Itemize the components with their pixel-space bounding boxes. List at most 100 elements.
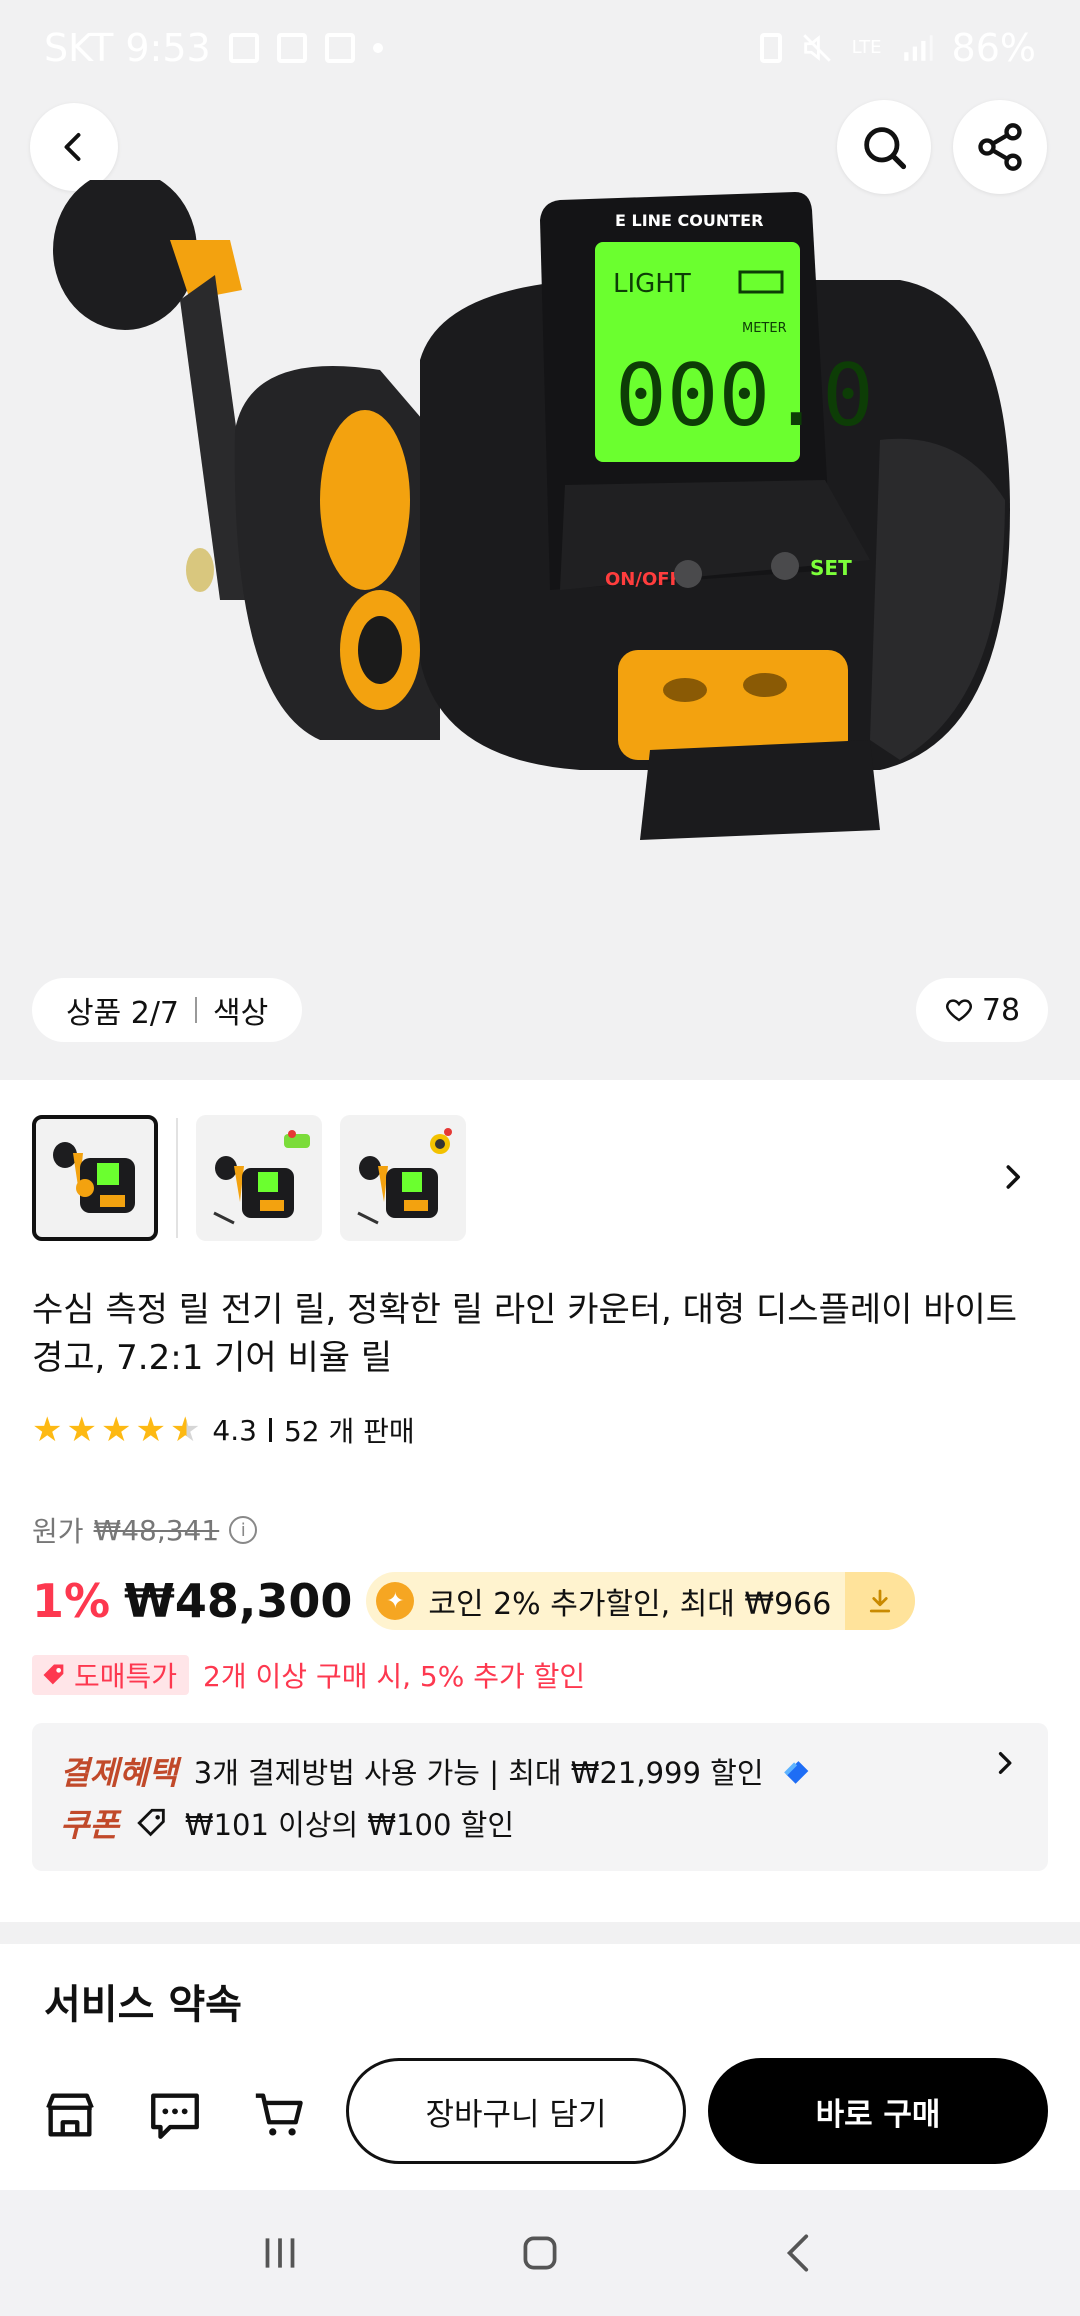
coupon-text: ₩101 이상의 ₩100 할인 bbox=[184, 1808, 514, 1842]
wholesale-badge: 도매특가 bbox=[32, 1655, 190, 1695]
thumbnail-image bbox=[213, 1130, 310, 1225]
reel-set-label: SET bbox=[810, 556, 852, 580]
counter-divider bbox=[195, 997, 198, 1023]
reel-onoff-button bbox=[674, 560, 702, 588]
lcd-light-label: LIGHT bbox=[613, 269, 691, 299]
info-icon[interactable]: i bbox=[229, 1516, 258, 1544]
chevron-right-icon bbox=[1006, 1165, 1020, 1189]
reel-gold-ring bbox=[320, 410, 410, 590]
star-icon: ★ bbox=[100, 1410, 132, 1450]
half-star-icon: ★ bbox=[169, 1410, 201, 1450]
system-navigation-bar bbox=[0, 2190, 1080, 2316]
sold-count: 52 개 판매 bbox=[283, 1415, 415, 1448]
wholesale-badge-label: 도매특가 bbox=[74, 1660, 178, 1693]
color-tab[interactable]: 색상 bbox=[213, 988, 268, 1032]
discount-rate: 1% bbox=[32, 1574, 111, 1628]
reel-set-button bbox=[771, 552, 799, 580]
current-price: ₩48,300 bbox=[124, 1574, 353, 1628]
benefit-more-button[interactable] bbox=[990, 1749, 1018, 1781]
notification-dot-icon bbox=[372, 42, 383, 53]
star-icon: ★ bbox=[135, 1410, 166, 1450]
section-divider bbox=[0, 1922, 1080, 1944]
search-icon bbox=[864, 127, 907, 170]
coupon-label: 쿠폰 bbox=[60, 1806, 119, 1844]
recent-apps-icon[interactable] bbox=[255, 2228, 305, 2278]
mute-icon bbox=[802, 33, 831, 62]
back-button[interactable] bbox=[30, 103, 118, 191]
thumbnail-image bbox=[53, 1142, 135, 1213]
battery-saver-icon bbox=[759, 32, 782, 63]
thumbnail-image bbox=[357, 1128, 452, 1225]
rating-row[interactable]: ★ ★ ★ ★ ★ 4.3 52 개 판매 bbox=[32, 1410, 415, 1450]
store-button[interactable] bbox=[30, 2075, 110, 2155]
benefit-card[interactable]: 결제혜택 3개 결제방법 사용 가능 | 최대 ₩21,999 할인 쿠폰 ₩1… bbox=[32, 1723, 1048, 1871]
star-icon: ★ bbox=[66, 1410, 97, 1450]
buy-now-button[interactable]: 바로 구매 bbox=[708, 2058, 1048, 2164]
thumbnail-item[interactable] bbox=[196, 1115, 322, 1241]
thumbnail-next-button[interactable] bbox=[990, 1155, 1034, 1199]
reel-onoff-label: ON/OFF bbox=[605, 569, 682, 590]
star-rating: ★ ★ ★ ★ ★ bbox=[32, 1413, 200, 1447]
cart-icon bbox=[255, 2093, 303, 2136]
like-count: 78 bbox=[981, 992, 1021, 1028]
original-price-row: 원가 ₩48,341 i bbox=[32, 1510, 258, 1550]
add-to-cart-button[interactable]: 장바구니 담기 bbox=[346, 2058, 686, 2164]
coupon-row: 쿠폰 ₩101 이상의 ₩100 할인 bbox=[60, 1797, 1020, 1849]
share-icon bbox=[978, 123, 1022, 171]
original-price-label: 원가 bbox=[32, 1515, 84, 1548]
wholesale-promo: 도매특가 2개 이상 구매 시, 5% 추가 할인 bbox=[32, 1655, 585, 1695]
coin-icon: ✦ bbox=[376, 1582, 415, 1620]
chat-icon bbox=[151, 2093, 199, 2139]
lcd-value: 000.0 bbox=[615, 346, 874, 446]
gallery-icon bbox=[228, 32, 259, 63]
thumbnail-divider bbox=[176, 1118, 178, 1238]
rating-score: 4.3 bbox=[212, 1413, 257, 1447]
reel-bolt bbox=[186, 548, 214, 592]
wishlist-button[interactable]: 78 bbox=[916, 978, 1048, 1042]
coin-download-button[interactable] bbox=[845, 1572, 916, 1630]
heart-icon bbox=[945, 999, 972, 1022]
image-counter[interactable]: 상품 2/7 색상 bbox=[32, 978, 303, 1042]
home-icon[interactable] bbox=[515, 2228, 565, 2278]
price-row: 1% ₩48,300 ✦ 코인 2% 추가할인, 최대 ₩966 bbox=[32, 1572, 916, 1630]
reel-thumb-bar bbox=[640, 740, 880, 840]
service-promise-title: 서비스 약속 bbox=[44, 1982, 242, 2028]
tag-icon bbox=[43, 1664, 64, 1685]
chat-button[interactable] bbox=[135, 2075, 215, 2155]
mail-icon bbox=[324, 32, 355, 63]
battery-level: 86% bbox=[951, 25, 1036, 70]
download-icon bbox=[870, 1589, 891, 1613]
coin-discount-banner[interactable]: ✦ 코인 2% 추가할인, 최대 ₩966 bbox=[366, 1572, 916, 1630]
reel-right-plate bbox=[870, 438, 1005, 760]
chevron-right-icon bbox=[998, 1752, 1012, 1774]
thumbnail-item[interactable] bbox=[340, 1115, 466, 1241]
payment-benefit-row: 결제혜택 3개 결제방법 사용 가능 | 최대 ₩21,999 할인 bbox=[60, 1745, 1020, 1797]
rating-divider bbox=[268, 1418, 272, 1442]
message-icon bbox=[276, 32, 307, 63]
reel-spool-hole bbox=[743, 673, 787, 697]
status-bar: SKT 9:53 LTE 86% bbox=[0, 0, 1080, 95]
wholesale-text: 2개 이상 구매 시, 5% 추가 할인 bbox=[203, 1660, 586, 1693]
reel-spool-hole bbox=[663, 678, 707, 702]
lcd-brand-label: E LINE COUNTER bbox=[615, 211, 763, 230]
store-icon bbox=[46, 2093, 94, 2137]
image-counter-label: 상품 2/7 bbox=[66, 996, 180, 1031]
product-title: 수심 측정 릴 전기 릴, 정확한 릴 라인 카운터, 대형 디스플레이 바이트… bbox=[32, 1290, 1018, 1378]
star-icon: ★ bbox=[32, 1410, 63, 1450]
original-price: ₩48,341 bbox=[93, 1513, 220, 1547]
reel-drag-center bbox=[358, 616, 402, 684]
cart-button[interactable] bbox=[240, 2075, 320, 2155]
chevron-left-icon bbox=[64, 133, 81, 161]
payment-benefit-label: 결제혜택 bbox=[60, 1754, 178, 1792]
thumbnail-strip bbox=[32, 1115, 466, 1241]
carrier-time: SKT 9:53 bbox=[44, 25, 211, 70]
thumbnail-item[interactable] bbox=[32, 1115, 158, 1241]
signal-icon bbox=[903, 34, 933, 61]
product-image: E LINE COUNTER LIGHT METER 000.0 ON/OFF … bbox=[53, 180, 1010, 840]
coupon-tag-icon bbox=[137, 1808, 165, 1837]
system-back-icon[interactable] bbox=[775, 2228, 825, 2278]
payment-brand-icon bbox=[783, 1761, 808, 1784]
payment-benefit-text: 3개 결제방법 사용 가능 | 최대 ₩21,999 할인 bbox=[193, 1756, 764, 1790]
product-image-gallery[interactable]: SKT 9:53 LTE 86% E LINE COUNTER LIGHT ME… bbox=[0, 0, 1080, 1080]
network-type: LTE bbox=[851, 37, 882, 58]
